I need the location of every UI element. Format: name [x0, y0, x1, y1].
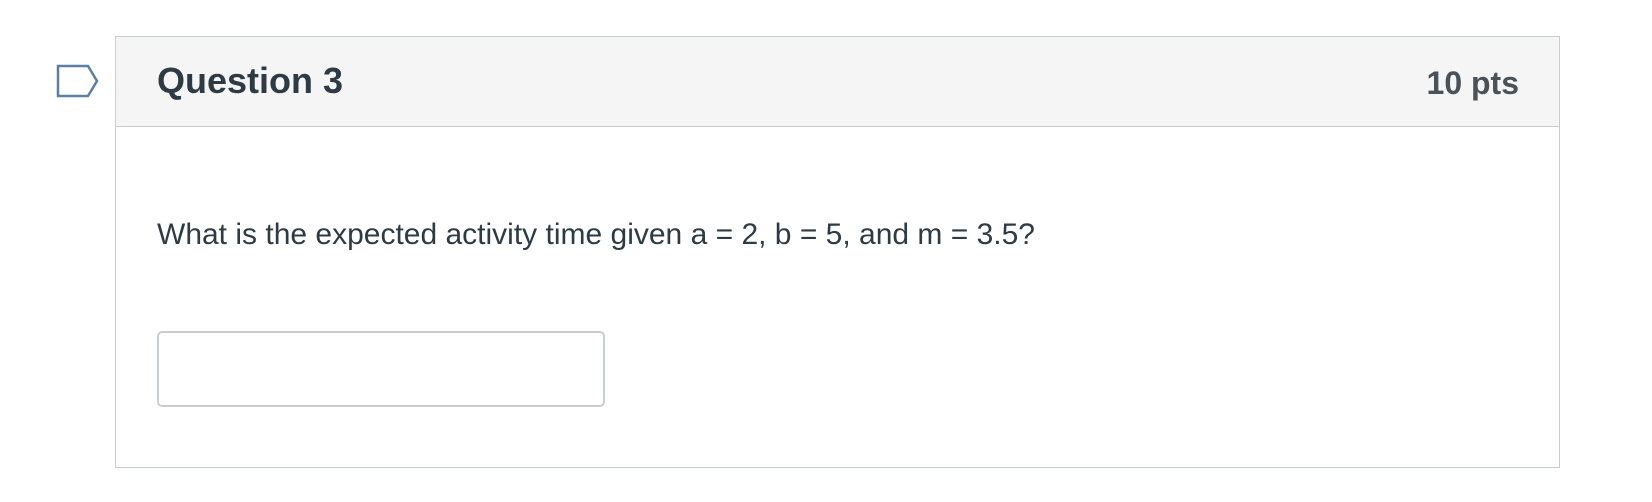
answer-input[interactable] [157, 331, 605, 407]
question-title: Question 3 [157, 60, 344, 101]
question-header: Question 3 10 pts [116, 37, 1559, 127]
question-points: 10 pts [1426, 65, 1519, 101]
flag-bookmark-icon [56, 64, 99, 98]
question-card: Question 3 10 pts What is the expected a… [115, 36, 1560, 468]
flag-question-icon[interactable] [56, 64, 100, 98]
question-text: What is the expected activity time given… [157, 218, 1035, 251]
